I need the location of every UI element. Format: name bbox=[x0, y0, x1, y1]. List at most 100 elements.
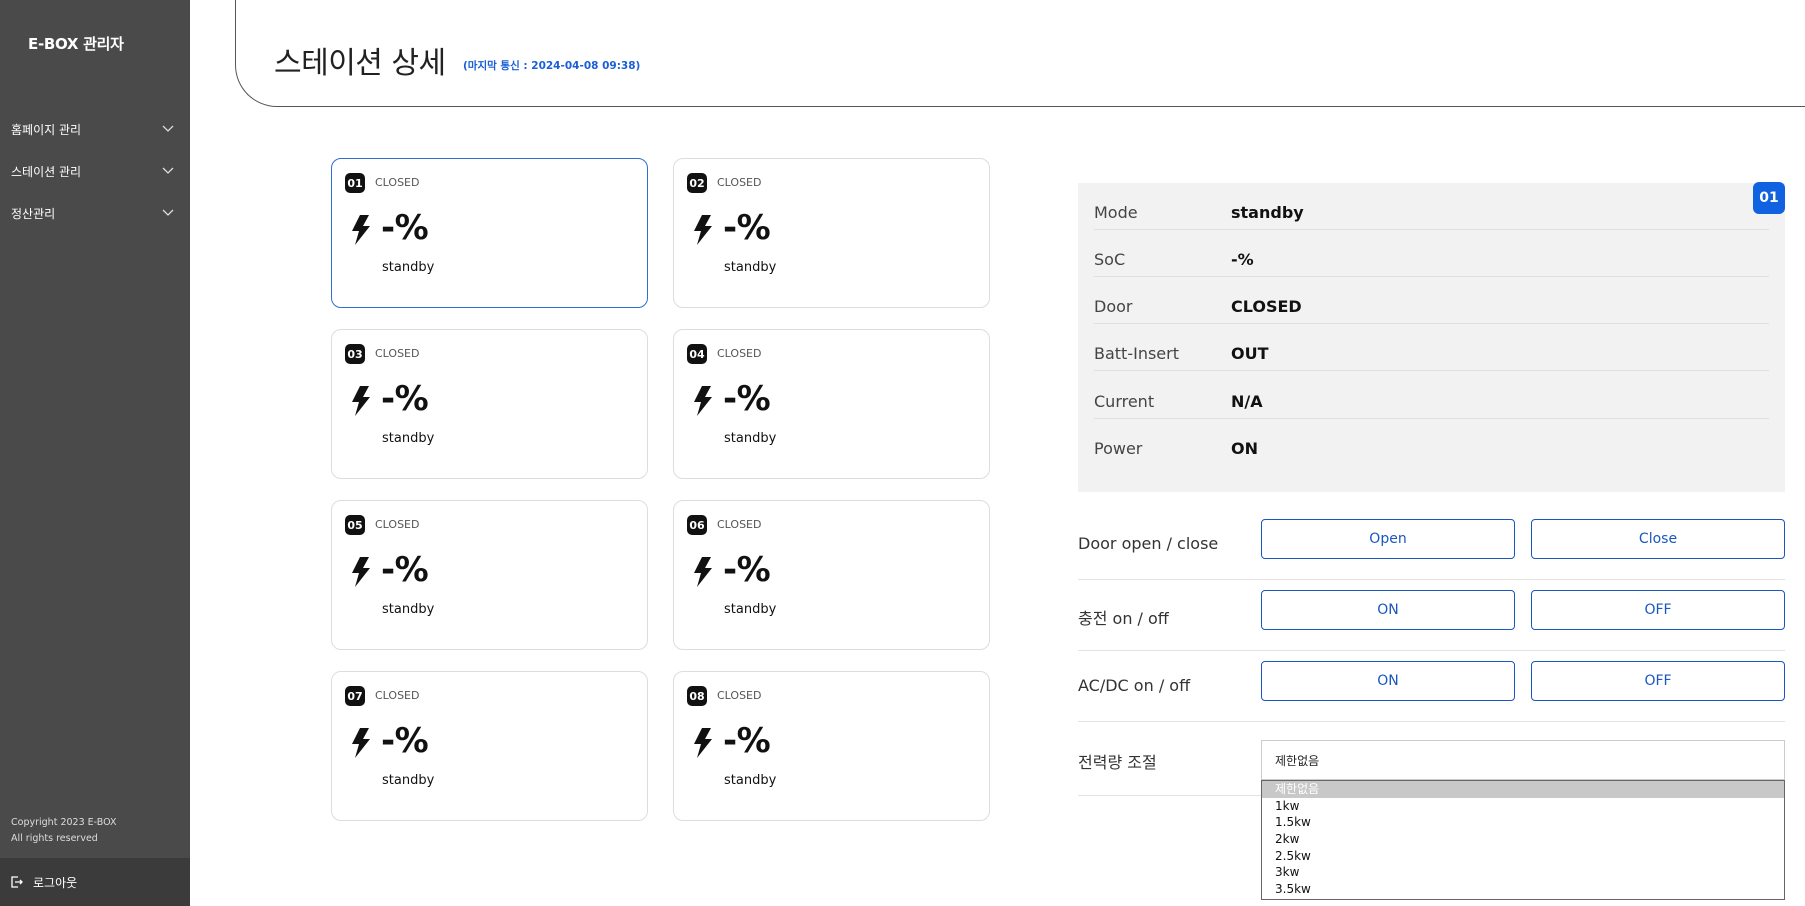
slot-mode: standby bbox=[382, 773, 435, 788]
charge-control-row: 충전 on / off ON OFF bbox=[1078, 579, 1785, 651]
chevron-down-icon bbox=[162, 209, 174, 216]
power-limit-select[interactable]: 제한없음 bbox=[1261, 740, 1785, 780]
detail-label: Current bbox=[1094, 392, 1155, 411]
slot-detail-panel: Mode standby SoC -% Door CLOSED Batt-Ins… bbox=[1078, 183, 1785, 492]
sidebar-menu: 홈페이지 관리 스테이션 관리 정산관리 bbox=[0, 108, 190, 234]
slot-soc: -% bbox=[381, 208, 429, 248]
power-option[interactable]: 3.5kw bbox=[1262, 881, 1784, 898]
slot-door-status: CLOSED bbox=[375, 689, 420, 702]
power-option[interactable]: 1kw bbox=[1262, 798, 1784, 815]
slot-card-02[interactable]: 02 CLOSED -% standby bbox=[673, 158, 990, 308]
slot-mode: standby bbox=[724, 773, 777, 788]
copyright-line: Copyright 2023 E-BOX bbox=[11, 817, 117, 828]
power-option[interactable]: 3kw bbox=[1262, 864, 1784, 881]
door-control-label: Door open / close bbox=[1078, 534, 1219, 553]
slot-soc: -% bbox=[723, 208, 771, 248]
slot-mode: standby bbox=[382, 602, 435, 617]
slot-number: 06 bbox=[687, 515, 707, 535]
detail-row-batt-insert: Batt-Insert OUT bbox=[1094, 324, 1769, 371]
copyright: Copyright 2023 E-BOX All rights reserved bbox=[11, 815, 116, 847]
power-option[interactable]: 1.5kw bbox=[1262, 814, 1784, 831]
slot-soc: -% bbox=[381, 550, 429, 590]
detail-label: Batt-Insert bbox=[1094, 344, 1179, 363]
power-option[interactable]: 2.5kw bbox=[1262, 848, 1784, 865]
detail-value: OUT bbox=[1231, 344, 1269, 363]
slot-door-status: CLOSED bbox=[375, 347, 420, 360]
detail-value: N/A bbox=[1231, 392, 1263, 411]
slot-soc: -% bbox=[723, 379, 771, 419]
slot-soc: -% bbox=[381, 379, 429, 419]
page-title: 스테이션 상세 bbox=[274, 46, 446, 81]
slot-door-status: CLOSED bbox=[717, 347, 762, 360]
slot-mode: standby bbox=[382, 431, 435, 446]
slot-card-04[interactable]: 04 CLOSED -% standby bbox=[673, 329, 990, 479]
copyright-line: All rights reserved bbox=[11, 833, 98, 844]
acdc-control-row: AC/DC on / off ON OFF bbox=[1078, 650, 1785, 722]
slot-number: 03 bbox=[345, 344, 365, 364]
door-open-button[interactable]: Open bbox=[1261, 519, 1515, 559]
slot-card-03[interactable]: 03 CLOSED -% standby bbox=[331, 329, 648, 479]
logout-label: 로그아웃 bbox=[33, 875, 78, 890]
slot-number: 01 bbox=[345, 173, 365, 193]
detail-value: standby bbox=[1231, 203, 1304, 222]
bolt-icon bbox=[352, 386, 370, 416]
charge-off-button[interactable]: OFF bbox=[1531, 590, 1785, 630]
slot-mode: standby bbox=[724, 431, 777, 446]
charge-control-label: 충전 on / off bbox=[1078, 609, 1169, 628]
brand-title: E-BOX 관리자 bbox=[28, 35, 124, 53]
slot-card-08[interactable]: 08 CLOSED -% standby bbox=[673, 671, 990, 821]
slot-soc: -% bbox=[381, 721, 429, 761]
sidebar-item-label: 정산관리 bbox=[11, 206, 56, 221]
slot-number: 02 bbox=[687, 173, 707, 193]
slot-mode: standby bbox=[724, 602, 777, 617]
sidebar: E-BOX 관리자 홈페이지 관리 스테이션 관리 정산관리 Copyright… bbox=[0, 0, 190, 906]
slot-card-01[interactable]: 01 CLOSED -% standby bbox=[331, 158, 648, 308]
acdc-on-button[interactable]: ON bbox=[1261, 661, 1515, 701]
slot-door-status: CLOSED bbox=[375, 518, 420, 531]
slot-card-05[interactable]: 05 CLOSED -% standby bbox=[331, 500, 648, 650]
slot-card-07[interactable]: 07 CLOSED -% standby bbox=[331, 671, 648, 821]
logout-icon bbox=[11, 876, 23, 888]
page-header: 스테이션 상세 (마지막 통신 : 2024-04-08 09:38) bbox=[235, 0, 1805, 107]
detail-row-mode: Mode standby bbox=[1094, 183, 1769, 230]
slot-card-06[interactable]: 06 CLOSED -% standby bbox=[673, 500, 990, 650]
charge-on-button[interactable]: ON bbox=[1261, 590, 1515, 630]
slot-number: 07 bbox=[345, 686, 365, 706]
detail-value: -% bbox=[1231, 250, 1254, 269]
slot-number: 05 bbox=[345, 515, 365, 535]
detail-row-power: Power ON bbox=[1094, 419, 1769, 466]
slot-soc: -% bbox=[723, 721, 771, 761]
bolt-icon bbox=[694, 386, 712, 416]
detail-label: Power bbox=[1094, 439, 1143, 458]
detail-row-door: Door CLOSED bbox=[1094, 277, 1769, 324]
power-option[interactable]: 2kw bbox=[1262, 831, 1784, 848]
sidebar-item-label: 홈페이지 관리 bbox=[11, 122, 82, 137]
chevron-down-icon bbox=[162, 167, 174, 174]
slot-door-status: CLOSED bbox=[717, 689, 762, 702]
bolt-icon bbox=[694, 215, 712, 245]
slot-door-status: CLOSED bbox=[717, 176, 762, 189]
sidebar-item-settlement[interactable]: 정산관리 bbox=[0, 192, 190, 234]
bolt-icon bbox=[694, 557, 712, 587]
door-close-button[interactable]: Close bbox=[1531, 519, 1785, 559]
detail-value: ON bbox=[1231, 439, 1258, 458]
chevron-down-icon bbox=[162, 125, 174, 132]
detail-label: Door bbox=[1094, 297, 1133, 316]
slot-number: 04 bbox=[687, 344, 707, 364]
bolt-icon bbox=[352, 557, 370, 587]
sidebar-item-homepage[interactable]: 홈페이지 관리 bbox=[0, 108, 190, 150]
slot-mode: standby bbox=[382, 260, 435, 275]
acdc-control-label: AC/DC on / off bbox=[1078, 676, 1191, 695]
detail-value: CLOSED bbox=[1231, 297, 1302, 316]
door-control-row: Door open / close Open Close bbox=[1078, 508, 1785, 580]
detail-row-soc: SoC -% bbox=[1094, 230, 1769, 277]
sidebar-item-station[interactable]: 스테이션 관리 bbox=[0, 150, 190, 192]
bolt-icon bbox=[352, 728, 370, 758]
acdc-off-button[interactable]: OFF bbox=[1531, 661, 1785, 701]
power-limit-options: 제한없음 1kw 1.5kw 2kw 2.5kw 3kw 3.5kw bbox=[1261, 780, 1785, 900]
logout-button[interactable]: 로그아웃 bbox=[0, 858, 190, 906]
detail-label: SoC bbox=[1094, 250, 1126, 269]
power-option[interactable]: 제한없음 bbox=[1262, 781, 1784, 798]
selected-slot-badge: 01 bbox=[1753, 182, 1785, 214]
bolt-icon bbox=[352, 215, 370, 245]
